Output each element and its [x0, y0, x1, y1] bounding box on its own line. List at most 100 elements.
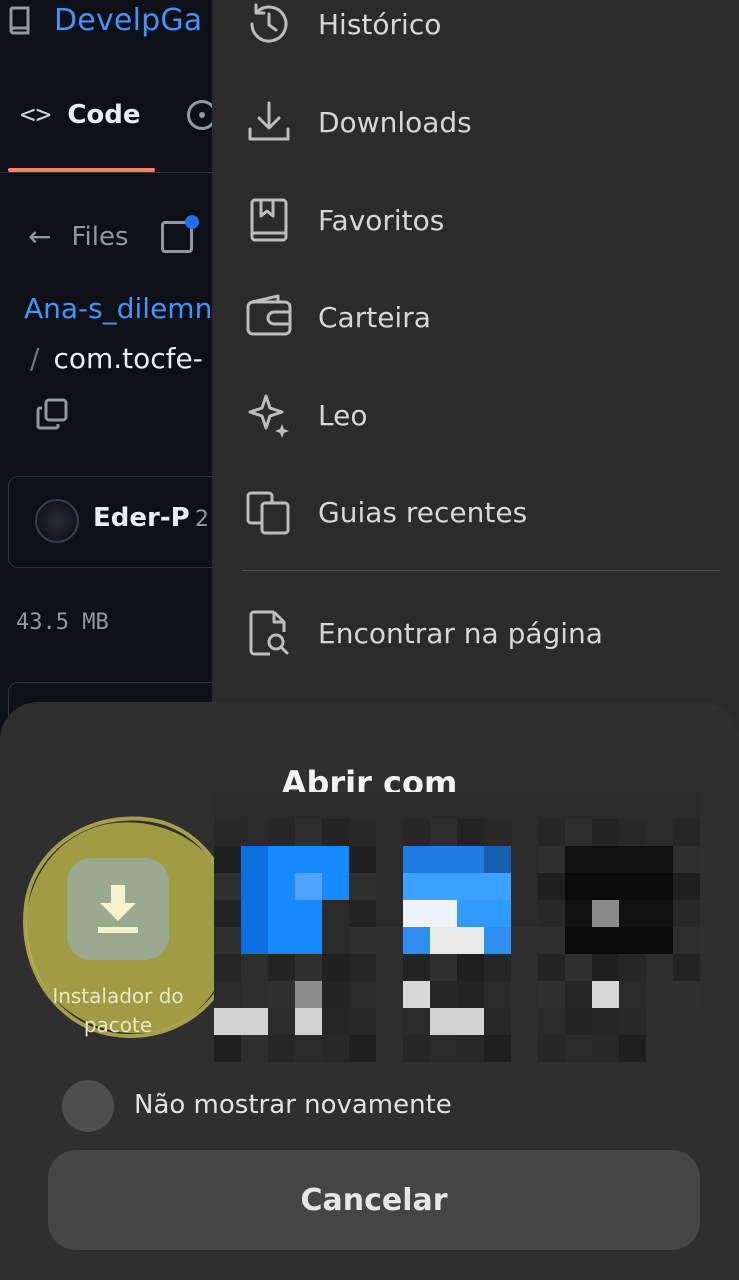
redaction-pixel: [565, 981, 592, 1008]
redaction-pixel: [430, 900, 457, 927]
app-label: Instalador do pacote: [52, 984, 184, 1037]
redaction-pixel: [538, 819, 565, 846]
redaction-pixel: [322, 846, 349, 873]
redaction-pixel: [268, 792, 295, 819]
redaction-pixel: [538, 900, 565, 927]
breadcrumb-repo-link[interactable]: Ana-s_dilemn: [24, 292, 212, 325]
files-link[interactable]: Files: [71, 222, 128, 252]
menu-item-favoritos[interactable]: Favoritos: [212, 180, 739, 260]
redaction-pixel: [538, 981, 565, 1008]
redaction-pixel: [565, 927, 592, 954]
redaction-pixel: [268, 954, 295, 981]
redaction-pixel: [646, 954, 673, 981]
redaction-pixel: [214, 927, 241, 954]
redaction-pixel: [349, 981, 376, 1008]
notification-dot: [184, 214, 199, 229]
redaction-pixel: [565, 900, 592, 927]
redaction-pixel: [295, 927, 322, 954]
redaction-pixel: [484, 819, 511, 846]
redaction-pixel: [538, 927, 565, 954]
redaction-pixel: [538, 1035, 565, 1062]
redaction-pixel: [457, 927, 484, 954]
cancel-button[interactable]: Cancelar: [48, 1150, 700, 1250]
redaction-pixel: [511, 819, 538, 846]
redaction-pixel: [430, 1035, 457, 1062]
redaction-pixel: [322, 954, 349, 981]
redaction-pixel: [538, 792, 565, 819]
redaction-pixel: [349, 954, 376, 981]
tab-code[interactable]: Code: [67, 100, 140, 130]
redaction-pixel: [322, 900, 349, 927]
redaction-pixel: [592, 819, 619, 846]
package-installer-app[interactable]: [67, 858, 169, 960]
redaction-pixel: [376, 954, 403, 981]
redaction-pixel: [457, 846, 484, 873]
redaction-pixel: [457, 900, 484, 927]
redaction-pixel: [511, 900, 538, 927]
redaction-pixel: [376, 819, 403, 846]
menu-item-label: Favoritos: [318, 203, 445, 237]
redaction-pixel: [268, 873, 295, 900]
breadcrumb-separator: /: [30, 342, 40, 375]
redaction-pixel: [565, 819, 592, 846]
repo-icon: [8, 5, 34, 35]
redaction-pixel: [646, 927, 673, 954]
side-panel-icon[interactable]: [160, 214, 199, 253]
redaction-pixel: [295, 900, 322, 927]
menu-item-guias-recentes[interactable]: Guias recentes: [212, 472, 739, 552]
redaction-pixel: [403, 1008, 430, 1035]
menu-item-leo[interactable]: Leo: [212, 375, 739, 455]
redaction-pixel: [295, 792, 322, 819]
recent-tabs-icon: [244, 487, 294, 537]
commit-author[interactable]: Eder-P: [93, 503, 190, 533]
dont-show-again-radio[interactable]: [62, 1080, 114, 1132]
dont-show-again-label: Não mostrar novamente: [134, 1090, 452, 1120]
menu-item-historico[interactable]: Histórico: [212, 0, 739, 64]
redaction-pixel: [322, 1035, 349, 1062]
code-icon: <>: [20, 100, 52, 130]
bookmark-icon: [244, 195, 294, 245]
redaction-pixel: [214, 873, 241, 900]
redaction-pixel: [646, 1008, 673, 1035]
redaction-pixel: [619, 846, 646, 873]
redaction-pixel: [268, 846, 295, 873]
redaction-pixel: [268, 900, 295, 927]
redaction-pixel: [376, 873, 403, 900]
redaction-pixel: [646, 981, 673, 1008]
redaction-pixel: [457, 1008, 484, 1035]
redaction-pixel: [619, 1035, 646, 1062]
back-arrow-icon[interactable]: ←: [28, 220, 51, 253]
redaction-pixel: [673, 900, 700, 927]
redaction-pixel: [538, 873, 565, 900]
breadcrumb-file-name: com.tocfe-: [53, 342, 203, 375]
redaction-pixel: [214, 981, 241, 1008]
redaction-pixel: [511, 846, 538, 873]
redaction-pixel: [592, 1035, 619, 1062]
redaction-pixel: [592, 927, 619, 954]
redaction-pixel: [565, 792, 592, 819]
avatar[interactable]: [35, 499, 79, 543]
copy-path-icon[interactable]: [36, 398, 68, 430]
menu-item-carteira[interactable]: Carteira: [212, 277, 739, 357]
redaction-pixel: [565, 846, 592, 873]
menu-divider: [242, 570, 720, 571]
redaction-pixel: [673, 954, 700, 981]
redaction-pixel: [241, 981, 268, 1008]
redaction-pixel: [484, 900, 511, 927]
redaction-pixel: [430, 846, 457, 873]
repo-name-link[interactable]: DevelpGa: [54, 3, 202, 38]
history-icon: [244, 0, 294, 49]
redaction-pixel: [646, 900, 673, 927]
redaction-pixel: [511, 954, 538, 981]
redaction-pixel: [268, 981, 295, 1008]
redaction-pixel: [376, 981, 403, 1008]
redaction-pixel: [457, 819, 484, 846]
redaction-pixel: [673, 981, 700, 1008]
files-row: ← Files: [28, 214, 199, 253]
redaction-pixel: [673, 819, 700, 846]
menu-item-downloads[interactable]: Downloads: [212, 82, 739, 162]
menu-item-encontrar-na-pagina[interactable]: Encontrar na página: [212, 593, 739, 673]
redaction-pixel: [511, 1008, 538, 1035]
redaction-pixel: [511, 981, 538, 1008]
redaction-pixel: [565, 1008, 592, 1035]
